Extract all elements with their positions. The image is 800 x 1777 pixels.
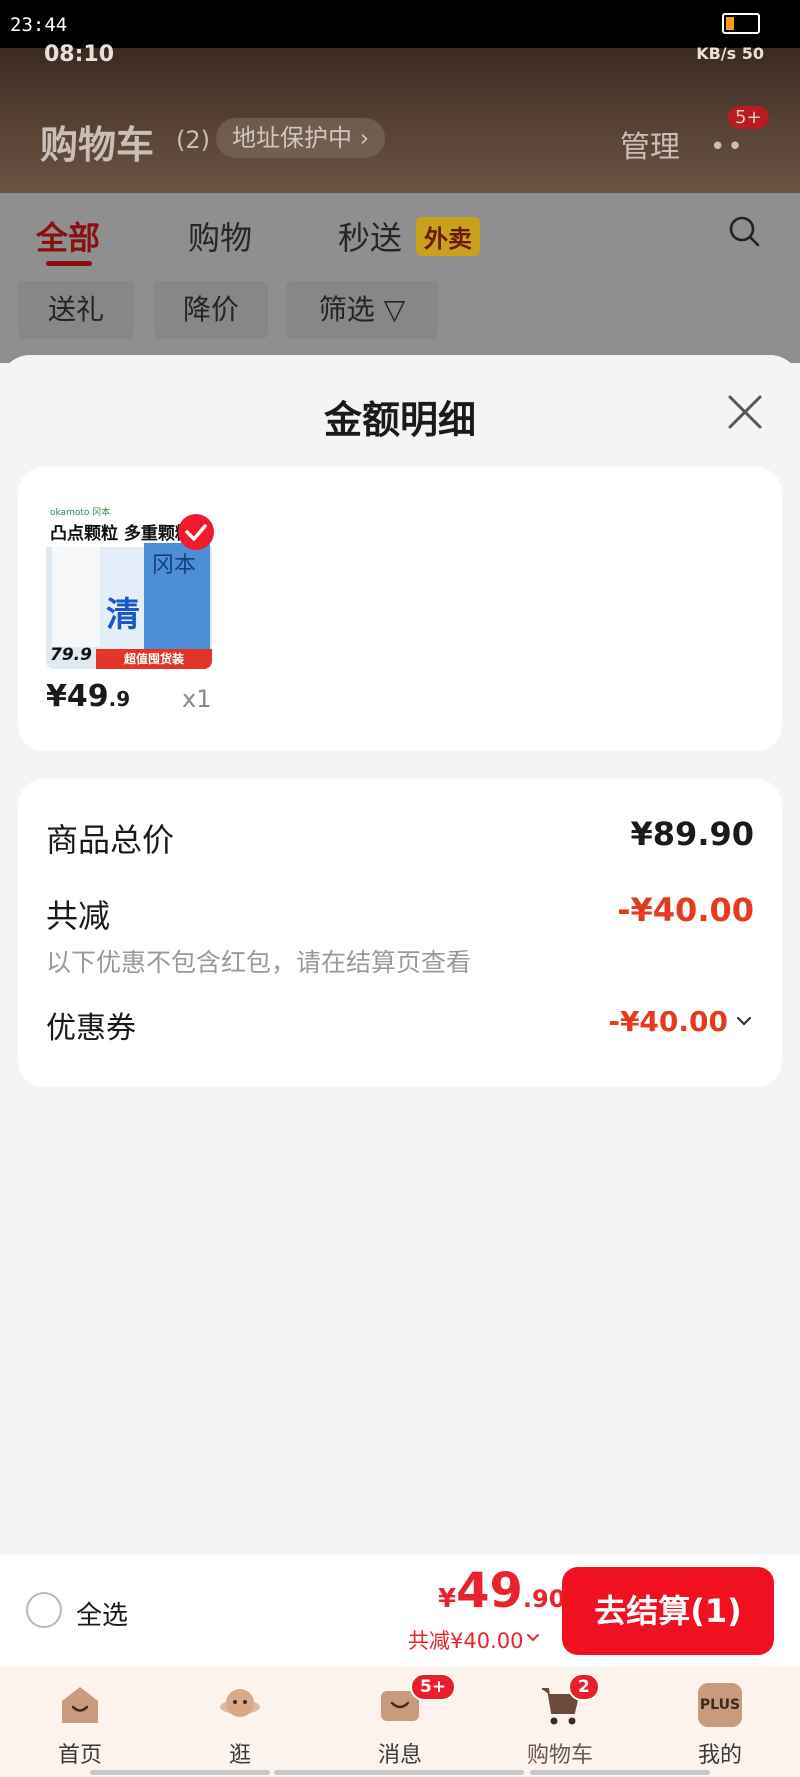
nav-cart-label: 购物车 [526,1743,593,1768]
home-icon [62,1687,98,1723]
checkout-button[interactable]: 去结算(1) [562,1567,774,1655]
product-box: 清 [100,549,144,649]
currency-symbol: ¥ [438,1584,457,1614]
nav-stroll-label: 逛 [228,1743,251,1768]
checkout-reduction[interactable]: 共减¥40.00 [408,1625,523,1655]
coupon-value[interactable]: -¥40.00 [608,1005,728,1038]
manage-button[interactable]: 管理 [620,122,680,166]
chevron-down-icon[interactable] [526,1633,540,1643]
gesture-bar [274,1770,524,1775]
checkout-bar: 全选 ¥49.90 共减¥40.00 去结算(1) [0,1555,800,1667]
chip-gift[interactable]: 送礼 [18,281,134,339]
search-icon[interactable] [728,215,760,247]
chip-price-drop[interactable]: 降价 [154,281,268,339]
product-box [52,547,100,647]
battery-icon [722,13,760,34]
reduction-value: -¥40.00 [617,891,754,929]
discount-note: 以下优惠不包含红包，请在结算页查看 [46,948,472,977]
checkout-total: ¥49.90 [438,1563,565,1619]
more-icon[interactable]: •• [710,132,745,162]
product-price: ¥49.9 [46,679,130,714]
inner-status-right: KB/s 50 [696,44,764,63]
cart-tabs: 全部 购物 秒送 外卖 送礼 降价 筛选 ▽ [0,193,800,363]
nav-home[interactable]: 首页 [10,1667,150,1777]
inner-status-bar: 08:10 KB/s 50 [44,42,764,70]
select-all-label[interactable]: 全选 [76,1595,128,1632]
cart-header: 08:10 KB/s 50 购物车 (2) 地址保护中 › 管理 •• 5+ [0,42,800,193]
chip-filter[interactable]: 筛选 ▽ [286,281,438,339]
product-box-side: 冈本 [152,553,197,578]
product-price-dec: .9 [108,687,131,711]
select-all-checkbox[interactable] [26,1592,62,1628]
nav-home-label: 首页 [57,1743,102,1768]
image-price-tag: 79.9 [50,645,92,665]
sheet-title: 金额明细 [323,398,476,442]
chevron-right-icon: › [359,124,370,152]
checkout-price-int: 49 [456,1563,523,1619]
gesture-bar [90,1770,270,1775]
nav-stroll[interactable]: 逛 [170,1667,310,1777]
close-icon[interactable] [722,389,768,435]
product-quantity: x1 [182,685,212,713]
tab-all[interactable]: 全部 [36,213,100,259]
nav-cart[interactable]: 购物车 2 [490,1667,630,1777]
product-box: 冈本 [144,543,210,653]
nav-mine[interactable]: PLUS 我的 [650,1667,790,1777]
waimai-badge: 外卖 [416,217,480,256]
filter-icon: ▽ [383,293,406,326]
checkout-price-dec: .90 [522,1585,566,1613]
product-brand: okamoto 冈本 [50,508,111,518]
more-badge: 5+ [728,106,769,129]
tab-shopping[interactable]: 购物 [188,213,252,259]
product-price-int: ¥49 [46,679,109,714]
system-time: 23:44 [10,14,68,36]
stroll-icon [220,1689,260,1717]
amount-detail-sheet: 金额明细 okamoto 冈本 凸点颗粒 多重颗粒 清 冈本 79.9 超值囤货… [0,355,800,1555]
total-price-value: ¥89.90 [630,815,754,853]
chip-gift-label: 送礼 [47,293,104,326]
inner-time: 08:10 [44,42,115,67]
gesture-bar [530,1770,710,1775]
chip-filter-label: 筛选 [318,293,375,326]
product-box-char: 清 [106,595,140,635]
nav-mine-label: 我的 [697,1743,742,1768]
messages-badge: 5+ [410,1673,457,1701]
product-headline: 凸点颗粒 多重颗粒 [50,524,192,544]
price-summary-card: 商品总价 ¥89.90 共减 -¥40.00 以下优惠不包含红包，请在结算页查看… [18,779,782,1087]
cart-count: (2) [176,126,210,154]
selected-check-icon[interactable] [178,514,214,550]
plus-icon: PLUS [698,1683,742,1727]
system-status-bar: 23:44 [0,0,800,48]
active-tab-indicator [46,261,92,266]
total-price-label: 商品总价 [46,821,175,859]
cart-badge: 2 [568,1673,600,1701]
address-protection-pill[interactable]: 地址保护中 › [216,118,386,158]
reduction-label: 共减 [46,897,111,935]
address-protection-label: 地址保护中 [232,124,352,152]
bottom-tab-bar: 首页 逛 消息 5+ 购物车 2 PLUS 我的 [0,1667,800,1777]
chevron-down-icon[interactable] [736,1015,752,1027]
product-card: okamoto 冈本 凸点颗粒 多重颗粒 清 冈本 79.9 超值囤货装 ¥49… [18,467,782,751]
coupon-label: 优惠券 [46,1011,136,1046]
page-title: 购物车 [40,123,155,167]
image-promo-band: 超值囤货装 [96,649,212,669]
nav-messages[interactable]: 消息 5+ [330,1667,470,1777]
tab-fast-delivery[interactable]: 秒送 [338,213,402,259]
chip-price-drop-label: 降价 [182,293,239,326]
nav-messages-label: 消息 [377,1743,422,1768]
